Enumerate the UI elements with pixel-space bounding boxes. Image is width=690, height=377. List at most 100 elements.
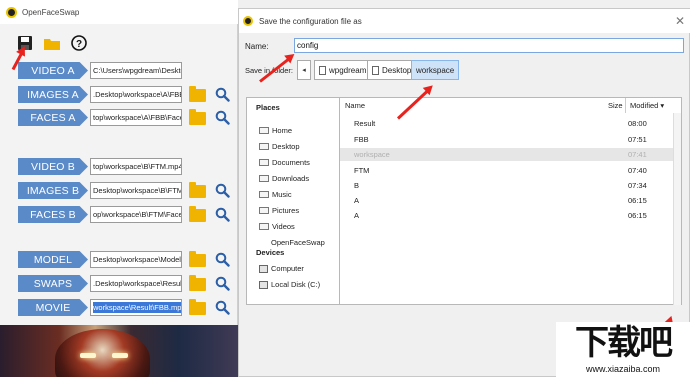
- search-icon[interactable]: [215, 183, 230, 198]
- folder-icon: [259, 191, 269, 198]
- watermark-url: www.xiazaiba.com: [585, 364, 661, 374]
- place-item[interactable]: Pictures: [259, 206, 299, 215]
- place-item[interactable]: Documents: [259, 158, 310, 167]
- file-name: workspace: [354, 150, 390, 159]
- document-icon: [372, 65, 379, 75]
- row-button[interactable]: MODEL: [18, 251, 88, 268]
- breadcrumb-wpgdream[interactable]: wpgdream: [314, 60, 372, 80]
- row-button[interactable]: MOVIE: [18, 299, 88, 316]
- device-local-disk[interactable]: Local Disk (C:): [259, 280, 320, 289]
- folder-icon[interactable]: [189, 109, 206, 125]
- breadcrumb-label: wpgdream: [329, 65, 367, 75]
- background-artwork: [0, 325, 238, 377]
- row-button[interactable]: IMAGES A: [18, 86, 88, 103]
- file-row[interactable]: FBB 07:51: [340, 133, 675, 146]
- breadcrumb-workspace[interactable]: workspace: [411, 60, 460, 80]
- column-modified[interactable]: Modified ▾: [625, 98, 673, 113]
- dialog-titlebar: Save the configuration file as ✕: [239, 9, 690, 33]
- file-row[interactable]: B 07:34: [340, 179, 675, 192]
- path-field[interactable]: Desktop\workspace\Model: [90, 251, 182, 268]
- place-label: Pictures: [272, 206, 300, 215]
- path-field[interactable]: .Desktop\workspace\Result: [90, 275, 182, 292]
- folder-icon[interactable]: [189, 251, 206, 267]
- file-name: FTM: [354, 166, 370, 175]
- open-folder-icon[interactable]: [43, 34, 61, 52]
- device-computer[interactable]: Computer: [259, 264, 304, 273]
- row-button[interactable]: SWAPS: [18, 275, 88, 292]
- file-row[interactable]: workspace 07:41: [340, 148, 675, 161]
- search-icon[interactable]: [215, 87, 230, 102]
- path-field[interactable]: workspace\Result\FBB.mp4: [90, 299, 182, 316]
- row-button[interactable]: FACES A: [18, 109, 88, 126]
- folder-icon[interactable]: [189, 299, 206, 315]
- search-icon[interactable]: [215, 252, 230, 267]
- places-header: Places: [256, 103, 280, 112]
- row-button[interactable]: FACES B: [18, 206, 88, 223]
- path-field[interactable]: top\workspace\B\FTM.mp4: [90, 158, 182, 175]
- place-label: Desktop: [272, 142, 300, 151]
- path-field-text: Desktop\workspace\B\FTM: [93, 186, 182, 195]
- file-name: FBB: [354, 135, 369, 144]
- file-modified: 06:15: [628, 196, 647, 205]
- breadcrumb-back-button[interactable]: ◂: [297, 60, 311, 80]
- path-field[interactable]: C:\Users\wpgdream\Deskto: [90, 62, 182, 79]
- place-label: Downloads: [272, 174, 310, 183]
- file-modified: 07:40: [628, 166, 647, 175]
- help-icon[interactable]: ?: [70, 34, 88, 52]
- folder-icon: [259, 223, 269, 230]
- path-field[interactable]: .Desktop\workspace\A\FBB: [90, 86, 182, 103]
- folder-icon[interactable]: [189, 206, 206, 222]
- places-panel: Places Home Desktop Documents Downloads Musi…: [246, 97, 340, 305]
- row-button[interactable]: VIDEO A: [18, 62, 88, 79]
- dialog-title: Save the configuration file as: [259, 16, 362, 26]
- path-field-text: top\workspace\B\FTM.mp4: [93, 162, 182, 171]
- search-icon[interactable]: [215, 300, 230, 315]
- place-item[interactable]: OpenFaceSwap: [271, 238, 325, 247]
- breadcrumb-desktop[interactable]: Desktop: [367, 60, 417, 80]
- file-row[interactable]: A 06:15: [340, 209, 675, 222]
- place-item[interactable]: Videos: [259, 222, 295, 231]
- path-field-text: Desktop\workspace\Model: [93, 255, 181, 264]
- place-item[interactable]: Desktop: [259, 142, 300, 151]
- svg-text:?: ?: [76, 39, 82, 50]
- search-icon[interactable]: [215, 276, 230, 291]
- folder-icon: [259, 143, 269, 150]
- breadcrumb-label: workspace: [416, 65, 455, 75]
- search-icon[interactable]: [215, 207, 230, 222]
- folder-icon[interactable]: [189, 86, 206, 102]
- path-field-text: .Desktop\workspace\A\FBB: [93, 90, 182, 99]
- path-field[interactable]: top\workspace\A\FBB\Face: [90, 109, 182, 126]
- place-item[interactable]: Music: [259, 190, 292, 199]
- vertical-scrollbar[interactable]: [673, 113, 681, 305]
- folder-icon[interactable]: [189, 275, 206, 291]
- path-field[interactable]: Desktop\workspace\B\FTM: [90, 182, 182, 199]
- close-icon[interactable]: ✕: [675, 14, 685, 28]
- file-row[interactable]: FTM 07:40: [340, 164, 675, 177]
- devices-header: Devices: [256, 248, 285, 257]
- name-label: Name:: [245, 42, 269, 51]
- place-item[interactable]: Home: [259, 126, 292, 135]
- folder-icon: [259, 175, 269, 182]
- file-row[interactable]: Result 08:00: [340, 117, 675, 130]
- place-item[interactable]: Downloads: [259, 174, 309, 183]
- file-row[interactable]: A 06:15: [340, 194, 675, 207]
- search-icon[interactable]: [215, 110, 230, 125]
- file-modified: 07:41: [628, 150, 647, 159]
- watermark-logo: 下载吧: [575, 324, 673, 362]
- device-label: Local Disk (C:): [271, 280, 321, 289]
- file-name: B: [354, 181, 360, 190]
- column-name[interactable]: Name: [345, 101, 365, 110]
- app-title: OpenFaceSwap: [22, 7, 80, 17]
- folder-icon[interactable]: [189, 182, 206, 198]
- watermark: 下载吧 www.xiazaiba.com: [556, 322, 690, 377]
- file-modified: 06:15: [628, 211, 647, 220]
- name-input[interactable]: config: [294, 38, 684, 53]
- place-label: Music: [272, 190, 292, 199]
- file-name: A: [354, 211, 360, 220]
- file-list: Name Size Modified ▾ Result 08:00 FBB 07:51…: [339, 97, 682, 305]
- path-field[interactable]: op\workspace\B\FTM\Face: [90, 206, 182, 223]
- row-button[interactable]: VIDEO B: [18, 158, 88, 175]
- column-size[interactable]: Size: [608, 101, 623, 110]
- drive-icon: [259, 280, 268, 289]
- row-button[interactable]: IMAGES B: [18, 182, 88, 199]
